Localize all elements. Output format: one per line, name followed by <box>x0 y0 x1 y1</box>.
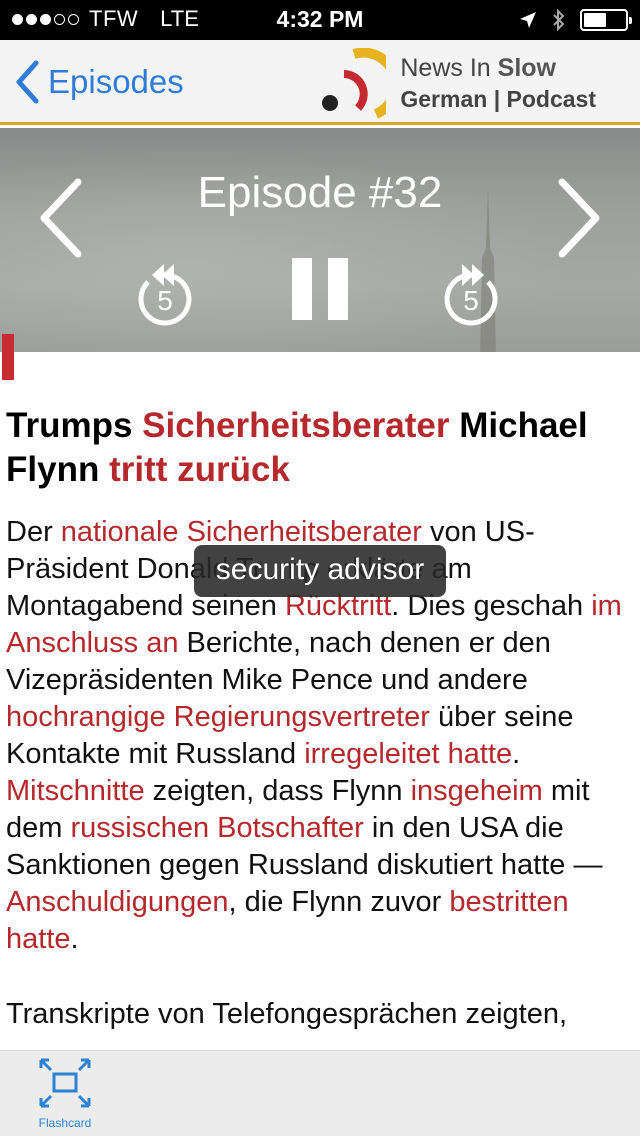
article-paragraph-2: Transkripte von Telefongesprächen zeigte… <box>6 998 568 1030</box>
brand-line1-emph: Slow <box>497 54 556 82</box>
skip-back-5-button[interactable]: 5 <box>134 258 196 328</box>
bluetooth-icon <box>553 8 565 32</box>
brand-text: News In Slow German | Podcast <box>400 53 596 115</box>
flashcard-label: Flashcard <box>38 1116 92 1130</box>
skip-forward-5-button[interactable]: 5 <box>440 258 502 328</box>
vocab-link[interactable]: irregeleitet hatte <box>304 738 512 770</box>
previous-episode-button[interactable] <box>38 178 84 258</box>
chevron-left-icon <box>16 60 39 104</box>
article: Trumps Sicherheitsberater Michael Flynn … <box>6 404 636 1033</box>
text-segment: . <box>70 923 79 955</box>
brand-line1-prefix: News In <box>400 54 498 82</box>
playback-progress-marker[interactable] <box>2 334 14 380</box>
brand-line1: News In Slow <box>400 53 596 84</box>
vocab-link[interactable]: Mitschnitte <box>6 775 145 807</box>
vocab-link[interactable]: insgeheim <box>411 775 543 807</box>
text-segment: Der <box>6 516 61 548</box>
article-headline: Trumps Sicherheitsberater Michael Flynn … <box>6 404 636 492</box>
audio-player: Episode #32 5 5 <box>0 128 640 352</box>
text-segment: , die Flynn zuvor <box>228 886 450 918</box>
brand-line2: German | Podcast <box>400 86 596 112</box>
bottom-toolbar: Flashcard <box>0 1050 640 1136</box>
translation-tooltip: security advisor <box>194 545 446 597</box>
headline-vocab-link[interactable]: tritt zurück <box>109 450 290 489</box>
skip-back-seconds: 5 <box>157 285 173 316</box>
brand-logo-icon <box>322 48 387 119</box>
vocab-link[interactable]: Anschuldigungen <box>6 886 229 918</box>
nav-bar: Episodes News In Slow German | Podcast <box>0 40 640 125</box>
vocab-link[interactable]: nationale Sicherheitsberater <box>61 516 422 548</box>
flashcard-button[interactable]: Flashcard <box>30 1057 100 1130</box>
back-button[interactable]: Episodes <box>14 60 184 104</box>
vocab-link[interactable]: russischen Botschafter <box>70 812 363 844</box>
headline-vocab-link[interactable]: Sicherheitsberater <box>142 406 449 445</box>
brand: News In Slow German | Podcast <box>314 48 596 120</box>
next-episode-button[interactable] <box>556 178 602 258</box>
location-arrow-icon <box>520 12 536 28</box>
status-bar: TFW LTE 4:32 PM <box>0 0 640 40</box>
text-segment: zeigten, dass Flynn <box>144 775 411 807</box>
flashcard-expand-icon <box>39 1058 91 1108</box>
vocab-link[interactable]: hochrangige Regierungsvertreter <box>6 701 430 733</box>
status-right <box>518 8 632 32</box>
episode-title: Episode #32 <box>197 168 443 217</box>
headline-segment: Trumps <box>6 406 143 445</box>
back-button-label: Episodes <box>48 63 184 100</box>
skip-forward-seconds: 5 <box>463 285 479 316</box>
battery-icon <box>580 9 632 31</box>
text-segment: . <box>512 738 521 770</box>
pause-button[interactable] <box>290 258 350 320</box>
